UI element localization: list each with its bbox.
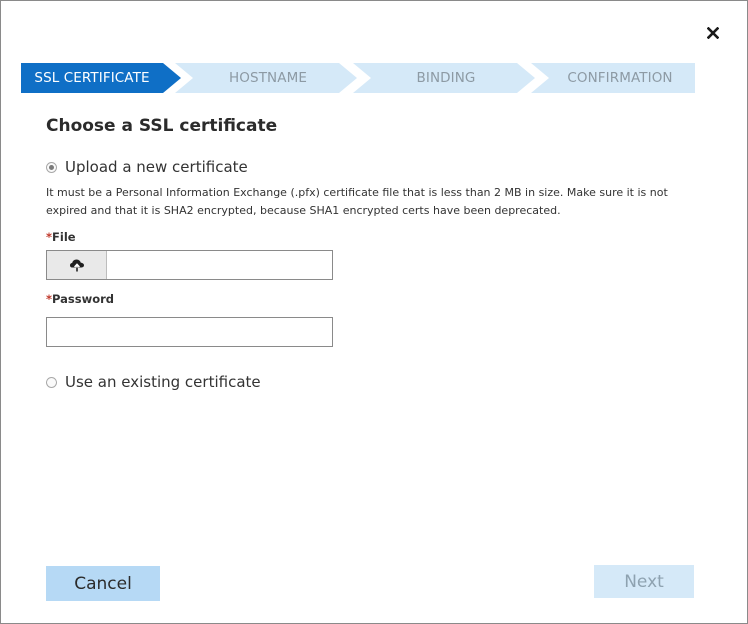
password-label: Password <box>52 292 115 306</box>
step-hostname[interactable]: HOSTNAME <box>175 63 357 93</box>
file-field <box>46 250 333 280</box>
step-hostname-label: HOSTNAME <box>229 70 307 86</box>
step-binding-label: BINDING <box>416 70 476 86</box>
upload-new-certificate-label: Upload a new certificate <box>65 158 248 176</box>
step-ssl-certificate[interactable]: SSL CERTIFICATE <box>21 63 181 93</box>
password-input[interactable] <box>46 317 333 347</box>
ssl-certificate-dialog: SSL CERTIFICATE HOSTNAME BINDING CONFIRM… <box>0 0 748 624</box>
wizard-steps: SSL CERTIFICATE HOSTNAME BINDING CONFIRM… <box>21 63 695 93</box>
password-field-label: *Password <box>46 292 114 306</box>
page-title: Choose a SSL certificate <box>46 116 278 136</box>
file-path-input[interactable] <box>108 251 332 279</box>
step-confirmation-label: CONFIRMATION <box>567 70 673 86</box>
close-icon <box>707 27 719 39</box>
upload-new-certificate-option[interactable]: Upload a new certificate <box>46 158 248 176</box>
file-browse-button[interactable] <box>47 251 107 279</box>
upload-new-certificate-radio[interactable] <box>46 161 57 173</box>
certificate-help-text: It must be a Personal Information Exchan… <box>46 186 668 217</box>
use-existing-certificate-radio[interactable] <box>46 376 57 388</box>
cancel-button[interactable]: Cancel <box>46 566 160 601</box>
use-existing-certificate-label: Use an existing certificate <box>65 373 261 391</box>
close-button[interactable] <box>702 22 724 44</box>
step-confirmation[interactable]: CONFIRMATION <box>531 63 695 93</box>
file-label: File <box>52 230 76 244</box>
step-ssl-certificate-label: SSL CERTIFICATE <box>34 70 150 86</box>
step-binding[interactable]: BINDING <box>353 63 535 93</box>
file-field-label: *File <box>46 230 76 244</box>
cloud-upload-icon <box>69 259 84 272</box>
use-existing-certificate-option[interactable]: Use an existing certificate <box>46 373 261 391</box>
next-button[interactable]: Next <box>594 565 694 598</box>
